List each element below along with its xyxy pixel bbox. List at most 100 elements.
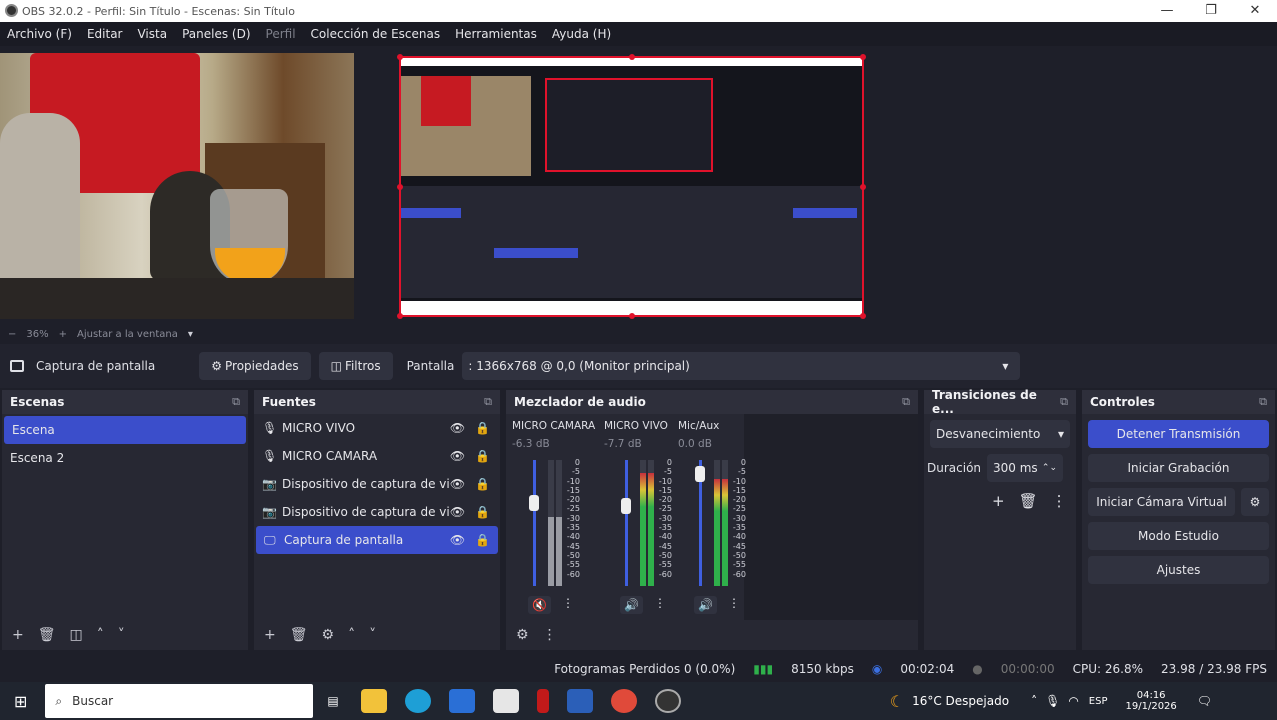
chevron-down-icon[interactable]: ˅ xyxy=(118,627,125,643)
document-icon[interactable] xyxy=(566,689,593,713)
scene-item[interactable]: Escena xyxy=(4,416,246,444)
db-tick: -15 xyxy=(566,485,580,495)
volume-slider[interactable] xyxy=(533,460,536,586)
volume-slider-handle[interactable] xyxy=(529,495,539,512)
more-icon[interactable]: ⋮ xyxy=(562,596,574,610)
stream-time: 00:02:04 xyxy=(900,662,955,676)
volume-slider-handle[interactable] xyxy=(695,466,705,483)
virtual-camera-settings-button[interactable]: ⚙ xyxy=(1241,488,1269,516)
undock-icon[interactable]: ⧉ xyxy=(484,395,492,409)
source-item[interactable]: 🎙 MICRO VIVO 👁 🔒 xyxy=(254,414,500,442)
taskbar-search-box[interactable]: ⌕ Buscar xyxy=(45,684,314,718)
trash-icon[interactable]: 🗑 xyxy=(290,627,308,643)
db-tick: -5 xyxy=(738,467,746,477)
db-tick: -55 xyxy=(658,560,672,570)
minimize-button[interactable]: — xyxy=(1145,0,1189,22)
menu-herramientas[interactable]: Herramientas xyxy=(448,27,545,41)
undock-icon[interactable]: ⧉ xyxy=(902,395,910,409)
store-icon[interactable] xyxy=(492,689,519,713)
duration-input[interactable]: 300 ms ⌃⌄ xyxy=(987,454,1064,482)
wifi-icon[interactable]: ◠ xyxy=(1068,694,1078,708)
lock-icon[interactable]: 🔒 xyxy=(475,505,490,519)
muted-speaker-icon[interactable]: 🔇 xyxy=(528,596,551,614)
notification-icon[interactable]: 🗨 xyxy=(1197,694,1212,708)
add-icon[interactable]: + xyxy=(264,627,276,643)
app-red-icon[interactable] xyxy=(536,689,549,713)
chevron-down-icon[interactable]: ˅ xyxy=(369,627,376,643)
stepper-icon[interactable]: ⌃⌄ xyxy=(1042,463,1057,473)
menu-vista[interactable]: Vista xyxy=(130,27,175,41)
clock-date: 19/1/2026 xyxy=(1125,701,1177,712)
clock[interactable]: 04:16 19/1/2026 xyxy=(1126,690,1177,712)
obs-taskbar-icon[interactable] xyxy=(654,689,681,713)
language-indicator[interactable]: ESP xyxy=(1089,696,1108,707)
volume-slider[interactable] xyxy=(625,460,628,586)
filters-button[interactable]: ◫ Filtros xyxy=(318,352,393,380)
undock-icon[interactable]: ⧉ xyxy=(1060,395,1068,409)
menu-perfil[interactable]: Perfil xyxy=(259,27,304,41)
undock-icon[interactable]: ⧉ xyxy=(232,395,240,409)
transition-select[interactable]: Desvanecimiento ▾ xyxy=(930,420,1070,448)
menu-editar[interactable]: Editar xyxy=(80,27,131,41)
gear-icon[interactable]: ⚙ xyxy=(322,627,335,643)
menu-paneles[interactable]: Paneles (D) xyxy=(175,27,258,41)
add-icon[interactable]: + xyxy=(12,627,24,643)
source-item[interactable]: 🎙 MICRO CAMARA 👁 🔒 xyxy=(254,442,500,470)
lock-icon[interactable]: 🔒 xyxy=(475,421,490,435)
more-icon[interactable]: ⋮ xyxy=(1052,492,1067,510)
trash-icon[interactable]: 🗑 xyxy=(1019,492,1038,510)
speaker-icon[interactable]: 🔊 xyxy=(620,596,643,614)
eye-icon[interactable]: 👁 xyxy=(450,421,465,435)
eye-icon[interactable]: 👁 xyxy=(450,505,465,519)
more-icon[interactable]: ⋮ xyxy=(654,596,666,610)
zoom-dropdown-icon[interactable]: ▾ xyxy=(188,329,193,340)
stop-streaming-button[interactable]: Detener Transmisión xyxy=(1088,420,1269,448)
more-icon[interactable]: ⋮ xyxy=(728,596,740,610)
undock-icon[interactable]: ⧉ xyxy=(1259,395,1267,409)
lock-icon[interactable]: 🔒 xyxy=(475,449,490,463)
volume-slider-handle[interactable] xyxy=(621,497,631,514)
tray-chevron-icon[interactable]: ˄ xyxy=(1031,694,1037,708)
scene-item[interactable]: Escena 2 xyxy=(2,444,248,472)
screen-capture-source-preview[interactable] xyxy=(397,54,866,319)
more-icon[interactable]: ⋮ xyxy=(543,627,557,643)
lock-icon[interactable]: 🔒 xyxy=(475,533,490,547)
file-explorer-icon[interactable] xyxy=(360,689,387,713)
close-button[interactable]: ✕ xyxy=(1233,0,1277,22)
chevron-up-icon[interactable]: ˄ xyxy=(97,627,104,643)
start-recording-button[interactable]: Iniciar Grabación xyxy=(1088,454,1269,482)
studio-mode-button[interactable]: Modo Estudio xyxy=(1088,522,1269,550)
edge-icon[interactable] xyxy=(404,689,431,713)
source-item[interactable]: 📷 Dispositivo de captura de vid 👁 🔒 xyxy=(254,498,500,526)
windows-start-icon[interactable]: ⊞ xyxy=(14,692,27,711)
properties-button[interactable]: ⚙ Propiedades xyxy=(199,352,311,380)
add-icon[interactable]: + xyxy=(992,492,1005,510)
source-item[interactable]: 📷 Dispositivo de captura de vid 👁 🔒 xyxy=(254,470,500,498)
maximize-button[interactable]: ❐ xyxy=(1189,0,1233,22)
source-item[interactable]: 🖵 Captura de pantalla 👁 🔒 xyxy=(256,526,498,554)
display-select[interactable]: : 1366x768 @ 0,0 (Monitor principal) ▾ xyxy=(462,352,1021,380)
start-virtual-camera-button[interactable]: Iniciar Cámara Virtual xyxy=(1088,488,1235,516)
zoom-out-button[interactable]: − xyxy=(8,329,16,340)
mixer-settings-icon[interactable]: ⚙ xyxy=(516,627,529,643)
weather-text[interactable]: 16°C Despejado xyxy=(912,694,1009,708)
eye-icon[interactable]: 👁 xyxy=(450,533,465,547)
filter-icon[interactable]: ◫ xyxy=(70,627,83,643)
speaker-icon[interactable]: 🔊 xyxy=(694,596,717,614)
task-view-icon[interactable]: ▤ xyxy=(327,694,338,708)
mail-icon[interactable] xyxy=(448,689,475,713)
trash-icon[interactable]: 🗑 xyxy=(38,627,56,643)
menu-coleccion-escenas[interactable]: Colección de Escenas xyxy=(304,27,449,41)
fit-window-label[interactable]: Ajustar a la ventana xyxy=(77,329,178,340)
eye-icon[interactable]: 👁 xyxy=(450,477,465,491)
lock-icon[interactable]: 🔒 xyxy=(475,477,490,491)
chrome-icon[interactable] xyxy=(610,689,637,713)
settings-button[interactable]: Ajustes xyxy=(1088,556,1269,584)
eye-icon[interactable]: 👁 xyxy=(450,449,465,463)
mic-tray-icon[interactable]: 🎙 xyxy=(1045,694,1060,708)
menu-ayuda[interactable]: Ayuda (H) xyxy=(545,27,619,41)
zoom-in-button[interactable]: + xyxy=(59,329,67,340)
menu-archivo[interactable]: Archivo (F) xyxy=(0,27,80,41)
webcam-source-preview[interactable] xyxy=(0,53,354,319)
chevron-up-icon[interactable]: ˄ xyxy=(348,627,355,643)
